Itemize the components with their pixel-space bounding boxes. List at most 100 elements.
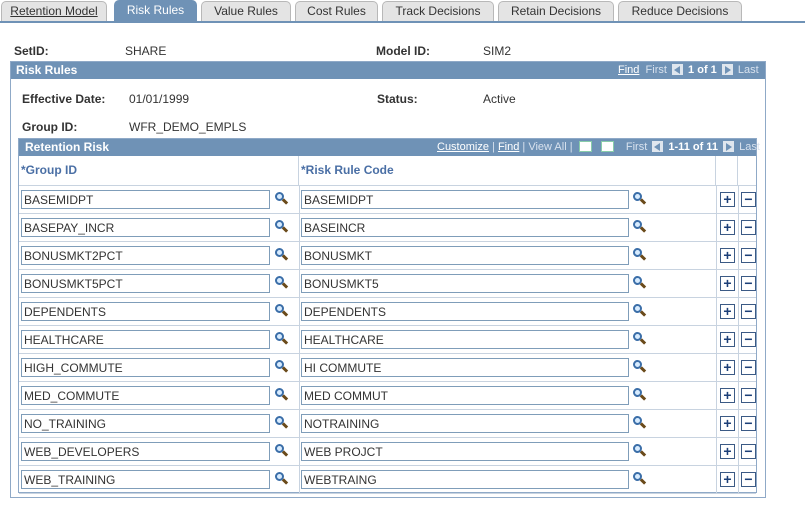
risk-rule-code-input[interactable]: BASEMIDPT	[301, 190, 629, 209]
lookup-icon[interactable]	[631, 415, 647, 431]
risk-rule-code-input[interactable]: BONUSMKT5	[301, 274, 629, 293]
risk-rules-title: Risk Rules	[16, 63, 78, 77]
lookup-icon[interactable]	[273, 443, 289, 459]
table-row: HEALTHCARE HEALTHCARE + −	[19, 326, 756, 354]
lookup-icon[interactable]	[631, 219, 647, 235]
cell-divider	[738, 298, 739, 326]
risk-rule-code-input[interactable]: WEBTRAING	[301, 470, 629, 489]
group-id-input[interactable]: BASEMIDPT	[21, 190, 270, 209]
delete-row-button[interactable]: −	[741, 304, 756, 319]
tab-reduce-decisions[interactable]: Reduce Decisions	[618, 1, 742, 22]
add-row-button[interactable]: +	[720, 220, 735, 235]
group-id-input[interactable]: HEALTHCARE	[21, 330, 270, 349]
delete-row-button[interactable]: −	[741, 332, 756, 347]
delete-row-button[interactable]: −	[741, 192, 756, 207]
lookup-icon[interactable]	[631, 471, 647, 487]
cell-divider	[716, 298, 717, 326]
table-row: BONUSMKT5PCT BONUSMKT5 + −	[19, 270, 756, 298]
lookup-icon[interactable]	[631, 191, 647, 207]
group-id-input[interactable]: NO_TRAINING	[21, 414, 270, 433]
grid-first: First	[625, 141, 648, 153]
prev-arrow-icon[interactable]	[671, 64, 683, 75]
lookup-icon[interactable]	[631, 443, 647, 459]
next-arrow-icon[interactable]	[721, 64, 733, 75]
tab-retention-model[interactable]: Retention Model	[1, 1, 107, 22]
group-id-input[interactable]: BASEPAY_INCR	[21, 218, 270, 237]
add-row-button[interactable]: +	[720, 472, 735, 487]
customize-link[interactable]: Customize	[437, 141, 489, 153]
download-icon[interactable]	[600, 141, 614, 152]
delete-row-button[interactable]: −	[741, 360, 756, 375]
column-header-add	[716, 156, 738, 186]
add-row-button[interactable]: +	[720, 332, 735, 347]
tab-track-decisions[interactable]: Track Decisions	[382, 1, 494, 22]
lookup-icon[interactable]	[631, 387, 647, 403]
risk-rule-code-input[interactable]: WEB PROJCT	[301, 442, 629, 461]
tab-bar: Retention Model Risk Rules Value Rules C…	[0, 0, 805, 23]
cell-divider	[716, 354, 717, 382]
lookup-icon[interactable]	[273, 275, 289, 291]
grid-view-icon[interactable]	[578, 141, 592, 152]
lookup-icon[interactable]	[273, 415, 289, 431]
group-id-input[interactable]: BONUSMKT2PCT	[21, 246, 270, 265]
group-id-input[interactable]: DEPENDENTS	[21, 302, 270, 321]
lookup-icon[interactable]	[273, 247, 289, 263]
grid-prev-arrow-icon[interactable]	[652, 141, 664, 152]
delete-row-button[interactable]: −	[741, 472, 756, 487]
delete-row-button[interactable]: −	[741, 276, 756, 291]
risk-rule-code-input[interactable]: DEPENDENTS	[301, 302, 629, 321]
add-row-button[interactable]: +	[720, 248, 735, 263]
lookup-icon[interactable]	[631, 331, 647, 347]
cell-divider	[716, 326, 717, 354]
modelid-label: Model ID:	[376, 44, 430, 58]
delete-row-button[interactable]: −	[741, 220, 756, 235]
risk-rule-code-input[interactable]: HI COMMUTE	[301, 358, 629, 377]
delete-row-button[interactable]: −	[741, 444, 756, 459]
column-header-group-id[interactable]: *Group ID	[19, 156, 299, 186]
group-id-input[interactable]: BONUSMKT5PCT	[21, 274, 270, 293]
column-header-risk-rule-code[interactable]: *Risk Rule Code	[299, 156, 716, 186]
group-id-input[interactable]: WEB_DEVELOPERS	[21, 442, 270, 461]
grid-next-arrow-icon[interactable]	[723, 141, 735, 152]
lookup-icon[interactable]	[273, 471, 289, 487]
risk-rule-code-input[interactable]: BASEINCR	[301, 218, 629, 237]
delete-row-button[interactable]: −	[741, 416, 756, 431]
table-row: WEB_DEVELOPERS WEB PROJCT + −	[19, 438, 756, 466]
add-row-button[interactable]: +	[720, 276, 735, 291]
lookup-icon[interactable]	[273, 303, 289, 319]
tab-retain-decisions[interactable]: Retain Decisions	[498, 1, 614, 22]
delete-row-button[interactable]: −	[741, 248, 756, 263]
view-all-link[interactable]: View All	[528, 141, 566, 153]
add-row-button[interactable]: +	[720, 416, 735, 431]
risk-rule-code-input[interactable]: HEALTHCARE	[301, 330, 629, 349]
add-row-button[interactable]: +	[720, 388, 735, 403]
risk-rule-code-input[interactable]: MED COMMUT	[301, 386, 629, 405]
group-id-input[interactable]: WEB_TRAINING	[21, 470, 270, 489]
risk-rule-code-input[interactable]: BONUSMKT	[301, 246, 629, 265]
tab-risk-rules[interactable]: Risk Rules	[114, 0, 197, 22]
lookup-icon[interactable]	[631, 247, 647, 263]
delete-row-button[interactable]: −	[741, 388, 756, 403]
lookup-icon[interactable]	[631, 303, 647, 319]
risk-rule-code-input[interactable]: NOTRAINING	[301, 414, 629, 433]
cell-divider	[716, 270, 717, 298]
group-id-input[interactable]: MED_COMMUTE	[21, 386, 270, 405]
table-row: DEPENDENTS DEPENDENTS + −	[19, 298, 756, 326]
cell-divider	[716, 214, 717, 242]
lookup-icon[interactable]	[273, 387, 289, 403]
add-row-button[interactable]: +	[720, 360, 735, 375]
lookup-icon[interactable]	[273, 331, 289, 347]
lookup-icon[interactable]	[631, 359, 647, 375]
lookup-icon[interactable]	[273, 359, 289, 375]
tab-value-rules[interactable]: Value Rules	[201, 1, 291, 22]
risk-rules-find-link[interactable]: Find	[618, 64, 639, 76]
grid-find-link[interactable]: Find	[498, 141, 519, 153]
add-row-button[interactable]: +	[720, 304, 735, 319]
lookup-icon[interactable]	[273, 219, 289, 235]
lookup-icon[interactable]	[273, 191, 289, 207]
group-id-input[interactable]: HIGH_COMMUTE	[21, 358, 270, 377]
tab-cost-rules[interactable]: Cost Rules	[295, 1, 378, 22]
lookup-icon[interactable]	[631, 275, 647, 291]
add-row-button[interactable]: +	[720, 444, 735, 459]
add-row-button[interactable]: +	[720, 192, 735, 207]
